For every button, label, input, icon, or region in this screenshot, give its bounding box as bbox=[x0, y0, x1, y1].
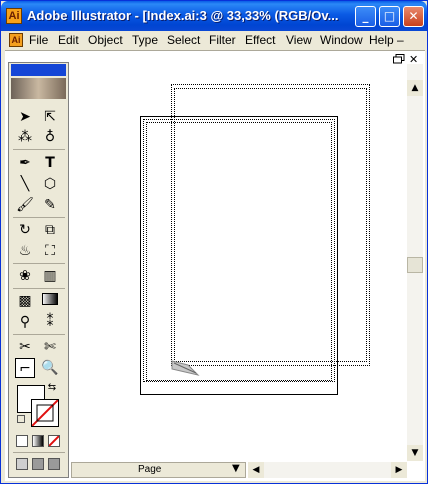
scroll-down-arrow-icon[interactable]: ▼ bbox=[407, 445, 423, 461]
color-mode-icon[interactable] bbox=[16, 435, 28, 447]
standard-screen-mode-icon[interactable] bbox=[16, 458, 28, 470]
status-menu[interactable]: Page ▼ bbox=[71, 462, 246, 478]
gradient-icon[interactable] bbox=[40, 291, 60, 311]
toolbox-divider bbox=[13, 217, 65, 218]
selection-icon[interactable]: ➤ bbox=[15, 107, 35, 127]
document-restore-icon[interactable] bbox=[393, 54, 405, 64]
none-mode-icon[interactable] bbox=[48, 435, 60, 447]
horizontal-scrollbar[interactable]: ◀ ▶ bbox=[248, 462, 407, 478]
blend-icon[interactable]: ⁑ bbox=[40, 312, 60, 332]
pencil-icon[interactable]: ✎ bbox=[40, 195, 60, 215]
close-button[interactable]: ✕ bbox=[403, 6, 424, 27]
type-icon[interactable]: T bbox=[40, 153, 60, 173]
document-menu-icon[interactable]: Ai bbox=[9, 33, 23, 47]
menu-filter[interactable]: Filter bbox=[209, 33, 236, 47]
illustrator-app-icon[interactable]: Ai bbox=[6, 8, 22, 24]
menu-file[interactable]: File bbox=[29, 33, 48, 47]
scroll-up-arrow-icon[interactable]: ▲ bbox=[407, 80, 423, 96]
direct-selection-icon[interactable]: ⇱ bbox=[40, 107, 60, 127]
symbol-sprayer-icon[interactable]: ❀ bbox=[15, 266, 35, 286]
slice-icon[interactable]: ✂ bbox=[15, 337, 35, 357]
menu-object[interactable]: Object bbox=[88, 33, 123, 47]
scale-icon[interactable]: ⧉ bbox=[40, 220, 60, 240]
default-colors-icon[interactable] bbox=[17, 415, 25, 423]
warp-icon[interactable]: ♨ bbox=[15, 241, 35, 261]
full-screen-mode-icon[interactable] bbox=[48, 458, 60, 470]
window-title: Adobe Illustrator - [Index.ai:3 @ 33,33%… bbox=[27, 8, 339, 23]
page-tool-cursor-icon bbox=[170, 359, 202, 387]
status-dropdown-arrow-icon[interactable]: ▼ bbox=[232, 463, 240, 474]
status-label: Page bbox=[138, 464, 162, 475]
toolbox-logo-image[interactable] bbox=[11, 78, 66, 99]
menu-view[interactable]: View bbox=[286, 33, 312, 47]
toolbox-title-bar[interactable] bbox=[11, 64, 66, 76]
toolbox-divider bbox=[13, 263, 65, 264]
menu-effect[interactable]: Effect bbox=[245, 33, 275, 47]
mesh-icon[interactable]: ▩ bbox=[15, 291, 35, 311]
magic-wand-icon[interactable]: ⁂ bbox=[15, 127, 35, 147]
menu-bar: Ai File Edit Object Type Select Filter E… bbox=[1, 31, 427, 50]
graph-icon[interactable]: ▥ bbox=[40, 266, 60, 286]
scroll-left-arrow-icon[interactable]: ◀ bbox=[248, 462, 264, 478]
pen-icon[interactable]: ✒ bbox=[15, 153, 35, 173]
swap-fill-stroke-icon[interactable]: ⇆ bbox=[45, 381, 59, 395]
maximize-button[interactable]: □ bbox=[379, 6, 400, 27]
menu-help[interactable]: Help bbox=[369, 33, 394, 47]
menu-window[interactable]: Window bbox=[320, 33, 363, 47]
toolbox-divider bbox=[13, 149, 65, 150]
menu-type[interactable]: Type bbox=[132, 33, 158, 47]
scissors-icon[interactable]: ✄ bbox=[40, 337, 60, 357]
toolbox-divider bbox=[13, 334, 65, 335]
toolbox-divider bbox=[13, 288, 65, 289]
gradient-mode-icon[interactable] bbox=[32, 435, 44, 447]
menu-edit[interactable]: Edit bbox=[58, 33, 79, 47]
document-minimize-button[interactable]: – bbox=[397, 33, 404, 47]
application-window: Ai Adobe Illustrator - [Index.ai:3 @ 33,… bbox=[0, 0, 428, 484]
line-segment-icon[interactable]: ╲ bbox=[15, 174, 35, 194]
free-transform-icon[interactable]: ⛶ bbox=[40, 241, 60, 261]
menu-select[interactable]: Select bbox=[167, 33, 200, 47]
imageable-area bbox=[146, 122, 332, 381]
title-bar[interactable]: Ai Adobe Illustrator - [Index.ai:3 @ 33,… bbox=[1, 1, 427, 31]
ellipse-icon[interactable]: ⬡ bbox=[40, 174, 60, 194]
lasso-icon[interactable]: ♁ bbox=[40, 127, 60, 147]
stroke-color-swatch[interactable] bbox=[31, 399, 59, 427]
minimize-button[interactable]: _ bbox=[355, 6, 376, 27]
zoom-icon[interactable]: 🔍 bbox=[40, 358, 60, 378]
vertical-scroll-thumb[interactable] bbox=[407, 257, 423, 273]
paintbrush-icon[interactable]: 🖌 bbox=[15, 195, 35, 215]
eyedropper-icon[interactable]: ⚲ bbox=[15, 312, 35, 332]
toolbox-panel: ➤ ⇱ ⁂ ♁ ✒ T ╲ ⬡ 🖌 ✎ ↻ ⧉ ♨ ⛶ ❀ ▥ ▩ ⚲ ⁑ ✂ … bbox=[8, 62, 69, 478]
page-tool-icon[interactable]: ⌐ bbox=[15, 358, 35, 378]
full-screen-menu-mode-icon[interactable] bbox=[32, 458, 44, 470]
rotate-icon[interactable]: ↻ bbox=[15, 220, 35, 240]
toolbox-divider bbox=[13, 452, 65, 453]
scroll-right-arrow-icon[interactable]: ▶ bbox=[391, 462, 407, 478]
